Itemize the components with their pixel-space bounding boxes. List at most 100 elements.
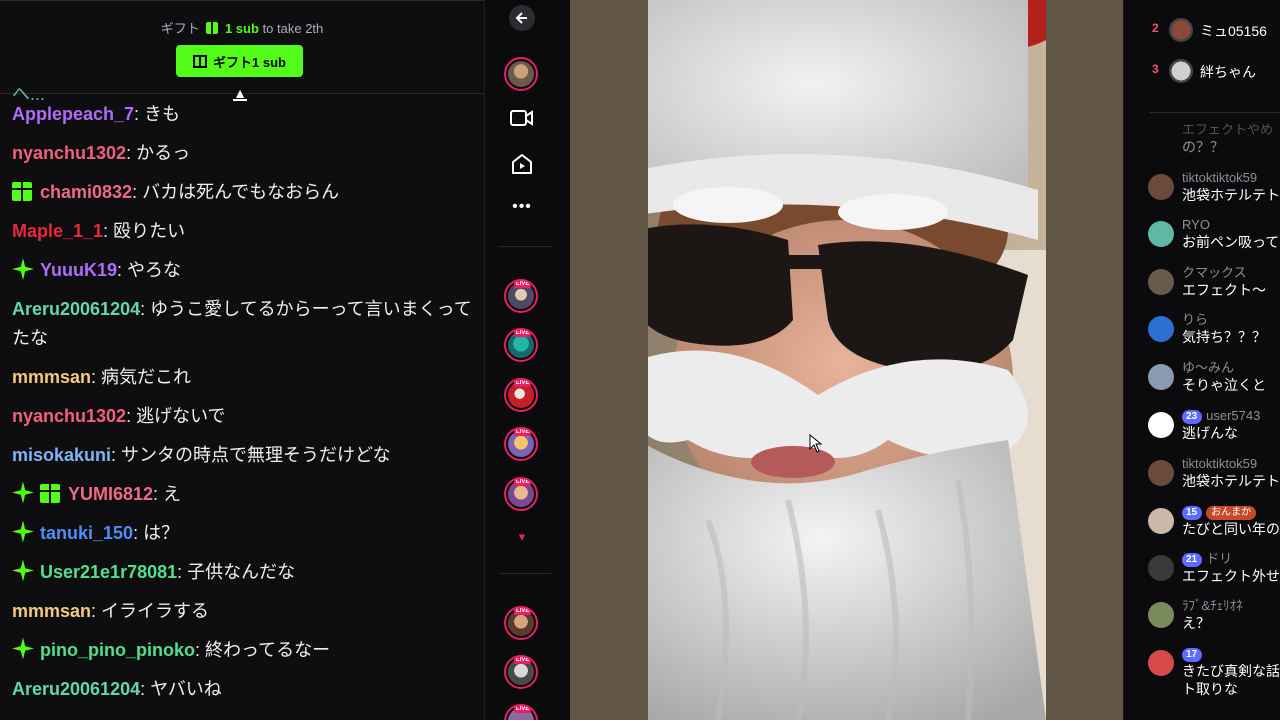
chat-username[interactable]: YUMI6812 [68,484,153,504]
message-text: : 病気だこれ [91,366,192,387]
secondary-chat-username[interactable]: 17 [1182,646,1206,662]
message-text: お前ペン吸って [1182,234,1280,250]
message-text: : 終わってるなー [195,639,331,660]
video-frame [648,0,1046,720]
message-text: 気持ち？？？ [1182,329,1266,345]
secondary-chat-username[interactable]: 23 user5743 [1182,408,1260,424]
chat-username[interactable]: nyanchu1302 [12,143,126,163]
live-badge: LIVE [514,479,532,486]
message-text: : ヤバいね [140,678,222,699]
secondary-chat-message: RYO お前ペン吸って [1148,217,1280,263]
message-text: : は？ [133,522,180,543]
secondary-chat-username[interactable]: tiktoktiktok59 [1182,170,1257,186]
secondary-chat-username[interactable]: りら [1182,312,1208,328]
live-channel-avatar[interactable]: LIVE [504,328,538,362]
avatar [1169,59,1193,83]
chat-message: User21e1r78081: 子供なんだな [12,558,472,587]
avatar[interactable] [1148,602,1174,628]
level-badge: 21 [1182,553,1203,567]
message-text: 逃げんな [1182,425,1238,441]
rank-number: 3 [1152,62,1159,76]
back-button[interactable] [509,5,535,31]
secondary-chat-username[interactable]: クマックス [1182,265,1247,281]
live-badge: LIVE [514,281,532,288]
gift-sub-banner: ギフト 1 sub to take 2th ギフト1 sub [0,0,484,94]
avatar[interactable] [1148,460,1174,486]
live-badge: LIVE [514,657,532,664]
ranking-row[interactable]: 3 絆ちゃん [1124,59,1280,83]
chat-username[interactable]: mmmsan [12,367,91,387]
avatar[interactable] [1148,221,1174,247]
live-video-player[interactable] [570,0,1123,720]
secondary-chat-username[interactable]: 21 ドリ [1182,551,1232,567]
live-channel-avatar[interactable]: LIVE [504,655,538,689]
chat-username[interactable]: tanuki_150 [40,523,133,543]
message-text: え？ [1182,615,1210,631]
collapse-banner-icon[interactable]: ▲ [231,86,249,102]
secondary-chat-username[interactable]: ゆ〜みん [1182,360,1234,376]
live-channel-avatar[interactable]: LIVE [504,279,538,313]
chat-message: Applepeach_7: きも [12,100,472,129]
chat-username[interactable]: Areru20061204 [12,299,140,319]
avatar[interactable] [1148,412,1174,438]
video-camera-button[interactable] [509,105,535,131]
chat-username[interactable]: pino_pino_pinoko [40,640,195,660]
gift-sub-button[interactable]: ギフト1 sub [176,45,303,77]
live-badge: LIVE [514,330,532,337]
chat-username[interactable]: nyanchu1302 [12,406,126,426]
live-channel-avatar[interactable]: LIVE [504,606,538,640]
chat-username[interactable]: User21e1r78081 [40,562,177,582]
sparkle-badge-icon [12,258,34,280]
live-badge: LIVE [514,429,532,436]
avatar[interactable] [1148,174,1174,200]
chat-message: YuuuK19: やろな [12,256,472,285]
username-text: クマックス [1182,265,1247,280]
secondary-chat-panel: 2 ミュ05156 3 絆ちゃん エフェクトやめ の？？ tiktoktiktok59 池袋… [1123,0,1280,720]
sparkle-badge-icon [12,559,34,582]
message-text: エフェクト〜 [1182,282,1266,298]
live-channel-avatar[interactable]: LIVE [504,477,538,511]
secondary-chat-message: 15 おんまか たびと同い年の [1148,504,1280,550]
mouse-cursor-icon [809,434,823,453]
avatar[interactable] [1148,316,1174,342]
sparkle-badge-icon [12,481,34,504]
avatar[interactable] [1148,508,1174,534]
secondary-chat-username[interactable]: ﾗﾌﾞ&ﾁｪﾘｵﾈ [1182,598,1243,614]
chat-username[interactable]: chami0832 [40,182,132,202]
live-channel-avatar[interactable]: LIVE [504,378,538,412]
video-camera-icon [510,110,533,126]
secondary-chat-username[interactable]: tiktoktiktok59 [1182,456,1257,472]
username-text: りら [1182,312,1209,327]
home-play-button[interactable] [509,151,535,177]
message-text: : え [153,483,182,504]
username-text: tiktoktiktok59 [1182,170,1258,185]
chat-username[interactable]: mmmsan [12,601,91,621]
more-options-button[interactable]: ••• [509,194,535,220]
avatar[interactable] [1148,269,1174,295]
avatar[interactable] [1148,126,1174,152]
gift-prompt-prefix: ギフト [160,21,200,36]
live-channel-avatar[interactable]: LIVE [504,427,538,461]
secondary-chat-username[interactable]: RYO [1182,217,1210,233]
secondary-chat-username[interactable]: エフェクトやめ [1182,122,1273,138]
streamer-avatar[interactable] [504,57,538,91]
chat-panel: ギフト 1 sub to take 2th ギフト1 sub ▲ へ... App… [0,0,484,720]
show-more-channels-button[interactable]: ▾ [509,524,535,550]
chat-username[interactable]: YuuuK19 [40,260,117,280]
level-badge: 23 [1182,410,1203,424]
secondary-chat-message: 21 ドリ エフェクト外せ [1148,551,1280,597]
secondary-chat-message: エフェクトやめ の？？ [1148,122,1280,168]
secondary-chat-message: 17 きたび真剣な話 ト取りな [1148,646,1280,697]
chat-username[interactable]: misokakuni [12,445,111,465]
avatar[interactable] [1148,364,1174,390]
chat-message: pino_pino_pinoko: 終わってるなー [12,636,472,665]
ranking-row[interactable]: 2 ミュ05156 [1124,18,1280,42]
sparkle-badge-icon [12,520,34,543]
avatar[interactable] [1148,650,1174,676]
message-text-continued: ト取りな [1182,681,1238,697]
chat-username[interactable]: Areru20061204 [12,679,140,699]
avatar[interactable] [1148,555,1174,581]
live-channel-avatar[interactable]: LIVE [504,704,538,720]
secondary-chat-username[interactable]: 15 おんまか [1182,504,1257,520]
chat-username[interactable]: Maple_1_1 [12,221,103,241]
